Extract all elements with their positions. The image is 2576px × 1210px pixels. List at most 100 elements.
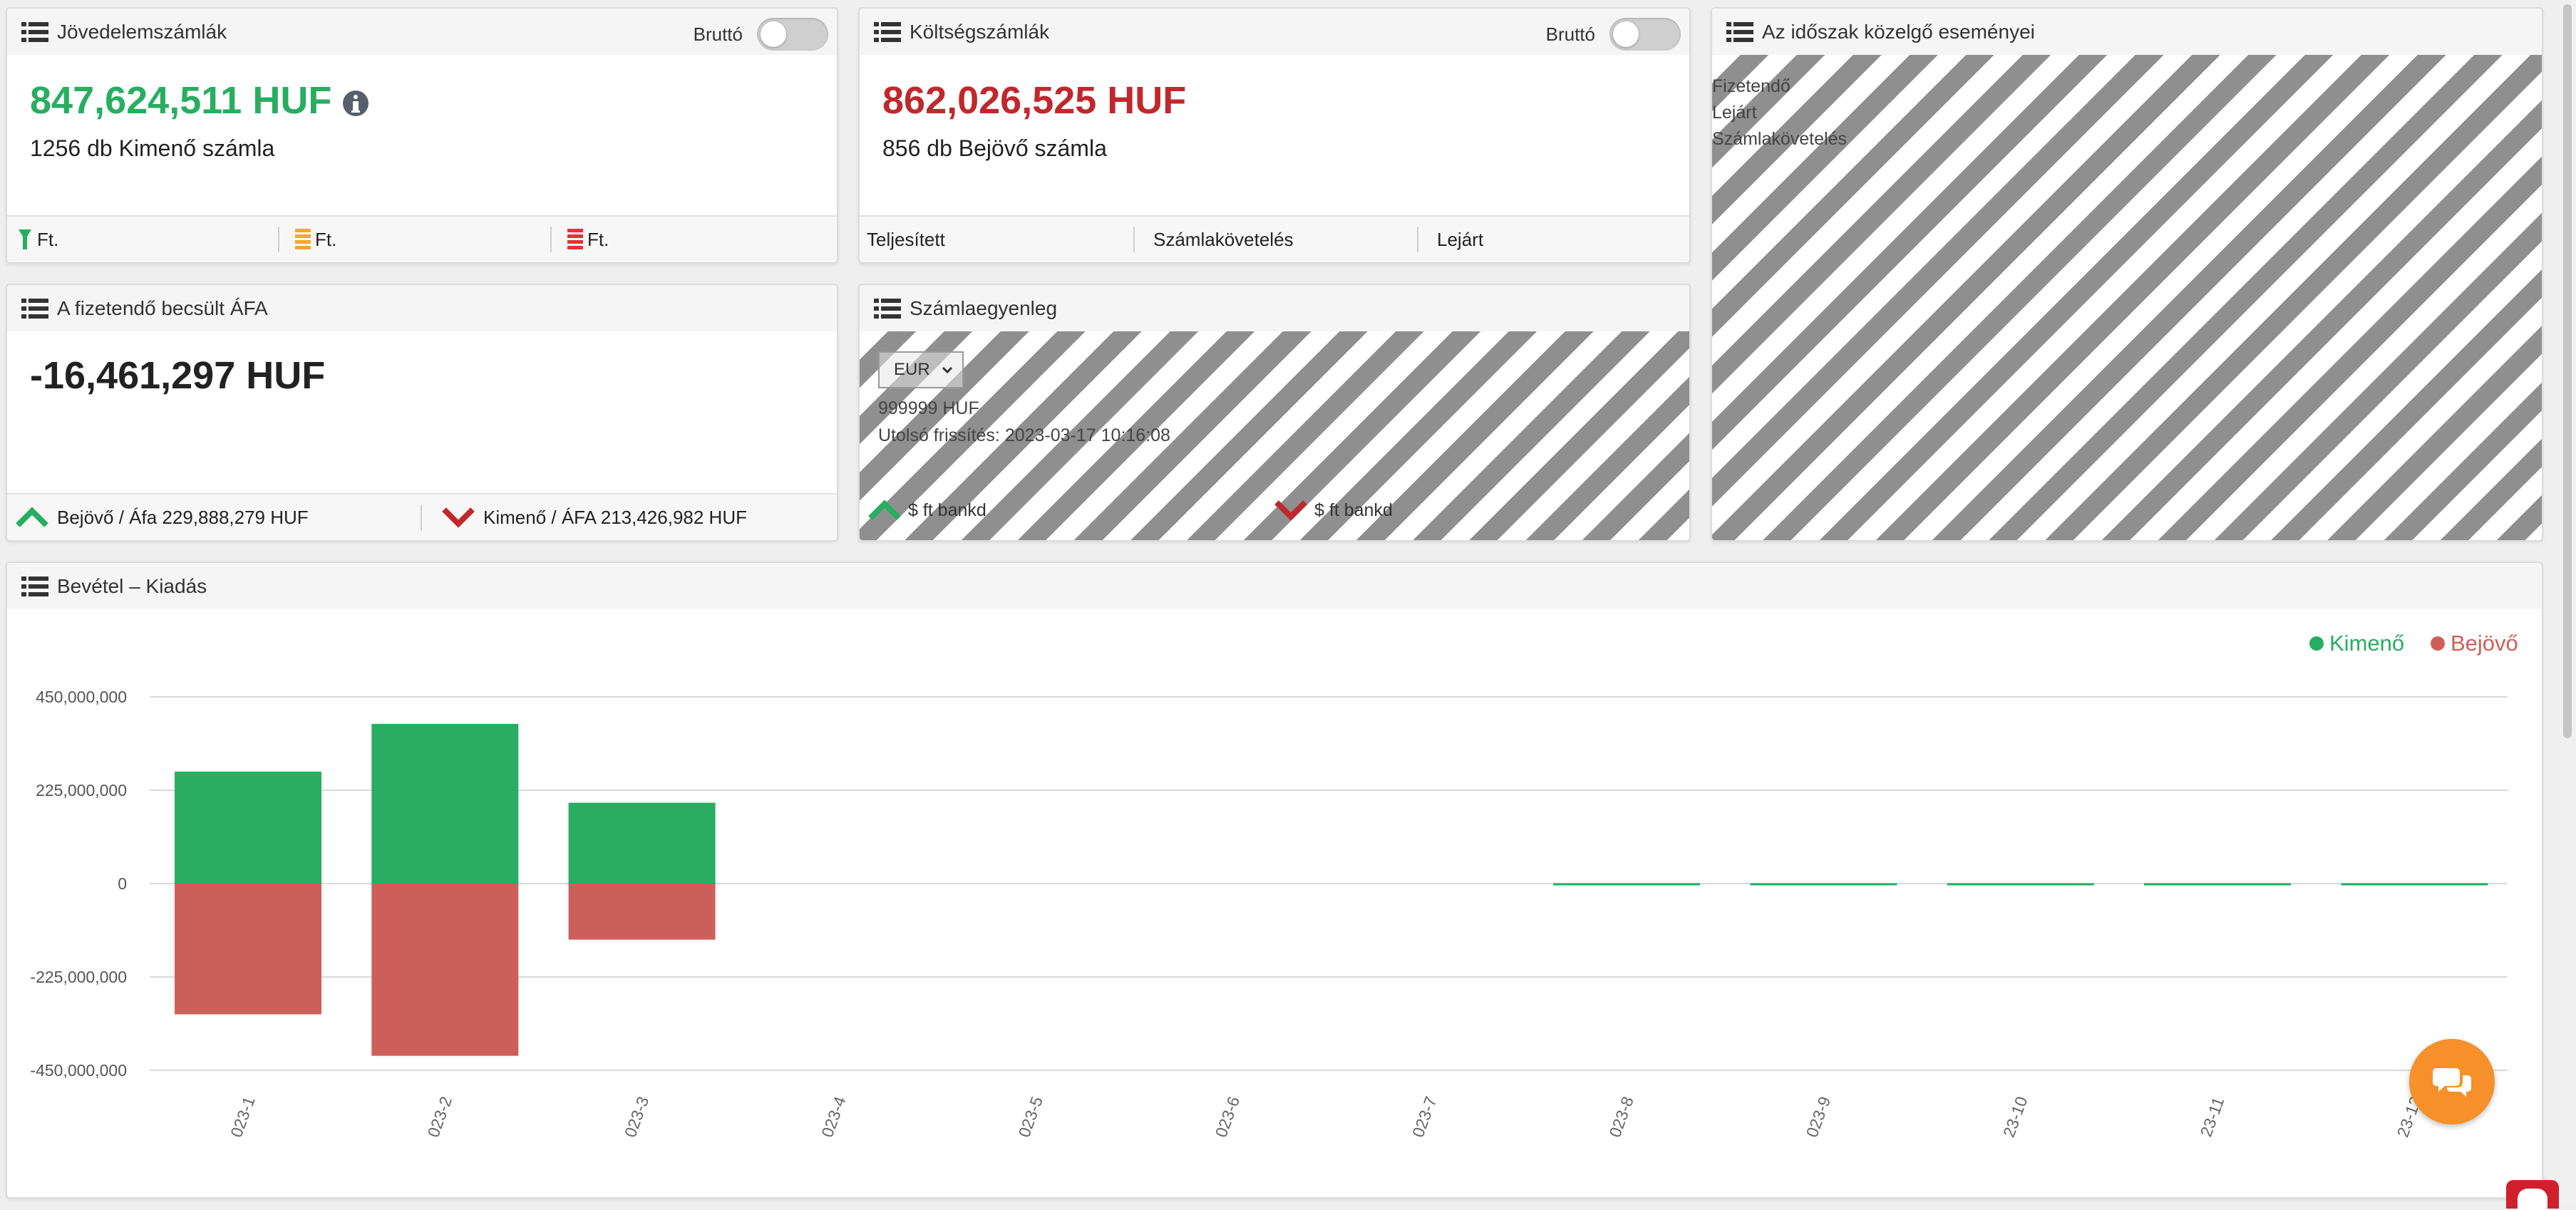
events-panel: Az időszak közelgő eseményei Fizetendő L…: [1711, 7, 2543, 542]
orange-stack-icon: [295, 229, 311, 249]
income-footer-text-1: Ft.: [37, 228, 59, 250]
income-expense-chart: 450,000,000 225,000,000 0 -225,000,000 -450,…: [30, 631, 2518, 1139]
toggle-knob: [761, 21, 786, 47]
corner-widget[interactable]: [2506, 1180, 2559, 1210]
events-item-payable: Fizetendő: [1712, 76, 1791, 96]
chat-bubbles-icon: [2433, 1068, 2471, 1097]
y-tick-label: -225,000,000: [30, 968, 127, 986]
y-tick-label: 225,000,000: [36, 781, 127, 800]
chart-panel-title: Bevétel – Kiadás: [57, 574, 207, 597]
info-icon[interactable]: [341, 89, 370, 118]
chat-button[interactable]: [2409, 1039, 2495, 1124]
events-item-receivable: Számlakövetelés: [1712, 129, 1847, 149]
events-panel-title: Az időszak közelgő eseményei: [1762, 20, 2035, 43]
bar-kimeno: [1947, 883, 2094, 886]
income-footer-text-2: Ft.: [315, 228, 337, 250]
bar-kimeno: [1553, 883, 1701, 886]
vat-panel-header: A fizetendő becsült ÁFA: [7, 285, 837, 331]
income-gross-toggle[interactable]: [757, 18, 828, 51]
balance-bank-in-text: $ ft bankd: [908, 500, 986, 520]
income-footer: Ft. Ft. Ft.: [7, 215, 837, 262]
x-tick-label: 023-1: [227, 1094, 259, 1139]
vat-footer: Bejövő / Áfa 229,888,279 HUF Kimenő / ÁF…: [7, 493, 837, 540]
list-icon: [21, 21, 48, 42]
legend-marker: [2431, 636, 2445, 651]
income-panel-title: Jövedelemszámlák: [57, 20, 227, 43]
income-footer-item-1[interactable]: Ft.: [7, 217, 278, 262]
income-footer-item-2[interactable]: Ft.: [279, 217, 550, 262]
expense-panel: Költségszámlák Bruttó 862,026,525 HUF 85…: [858, 7, 1691, 264]
corner-widget-inner: [2518, 1189, 2547, 1210]
list-icon: [21, 298, 48, 319]
y-tick-label: 450,000,000: [36, 688, 127, 706]
bar-bejovo: [175, 884, 321, 1015]
red-stack-icon: [567, 229, 583, 249]
chart-panel: Bevétel – Kiadás 450,000,000 225,000,000 0…: [6, 562, 2543, 1199]
vat-panel-title: A fizetendő becsült ÁFA: [57, 296, 268, 319]
expense-invoice-count: 856 db Bejövő számla: [882, 135, 1107, 161]
expense-amount: 862,026,525 HUF: [882, 79, 1187, 122]
vat-outgoing-text: Kimenő / ÁFA 213,426,982 HUF: [483, 506, 747, 528]
events-legend: Fizetendő Lejárt Számlakövetelés: [1712, 73, 1847, 152]
bar-kimeno: [2341, 883, 2488, 886]
income-footer-text-3: Ft.: [587, 228, 609, 250]
chart-panel-header: Bevétel – Kiadás: [7, 563, 2542, 609]
chevron-down-icon: [442, 507, 475, 528]
balance-last-update: Utolsó frissítés: 2023-03-17 10:16:08: [878, 425, 1170, 445]
balance-panel: Számlaegyenleg EUR 999999 HUF Utolsó fri…: [858, 284, 1691, 542]
expense-gross-toggle[interactable]: [1609, 18, 1681, 51]
balance-loading-area: EUR 999999 HUF Utolsó frissítés: 2023-03…: [860, 331, 1689, 540]
bar-bejovo: [568, 884, 716, 940]
bar-kimeno: [371, 723, 519, 884]
bar-kimeno: [175, 771, 321, 884]
chevron-down-icon: [1274, 500, 1307, 521]
events-item-overdue: Lejárt: [1712, 103, 1757, 123]
balance-panel-title: Számlaegyenleg: [910, 296, 1058, 319]
events-loading-area: Fizetendő Lejárt Számlakövetelés: [1712, 55, 2542, 540]
vat-outgoing-item: Kimenő / ÁFA 213,426,982 HUF: [422, 495, 747, 540]
x-tick-label: 23-10: [1999, 1094, 2031, 1139]
legend-marker: [2309, 636, 2324, 651]
list-icon: [874, 298, 901, 319]
income-gross-label: Bruttó: [693, 23, 743, 45]
bar-kimeno: [568, 802, 716, 884]
income-amount-row: 847,624,511 HUF: [30, 78, 370, 123]
events-panel-header: Az időszak közelgő eseményei: [1712, 9, 2542, 55]
expense-gross-toggle-group: Bruttó: [1546, 18, 1681, 51]
expense-footer-overdue[interactable]: Lejárt: [1418, 217, 1483, 262]
x-tick-label: 023-3: [621, 1094, 653, 1139]
bar-kimeno: [2144, 883, 2291, 886]
income-amount: 847,624,511 HUF: [30, 79, 332, 122]
x-tick-label: 023-2: [424, 1094, 456, 1139]
x-tick-label: 023-4: [818, 1094, 850, 1139]
x-tick-label: 023-7: [1408, 1094, 1441, 1139]
expense-gross-label: Bruttó: [1545, 23, 1595, 45]
page-scrollbar-thumb[interactable]: [2563, 4, 2572, 738]
list-icon: [1726, 21, 1753, 42]
vat-incoming-text: Bejövő / Áfa 229,888,279 HUF: [57, 506, 309, 528]
expense-footer: Teljesített Számlakövetelés Lejárt: [860, 215, 1689, 262]
legend-label: Kimenő: [2329, 631, 2404, 656]
x-tick-label: 023-6: [1212, 1094, 1244, 1139]
income-gross-toggle-group: Bruttó: [694, 18, 828, 51]
toggle-knob: [1613, 21, 1639, 47]
x-tick-label: 023-9: [1803, 1094, 1835, 1139]
list-icon: [21, 576, 48, 596]
x-tick-label: 023-8: [1605, 1094, 1637, 1139]
list-icon: [874, 21, 901, 42]
expense-footer-receivable[interactable]: Számlakövetelés: [1135, 217, 1417, 262]
chevron-up-icon: [868, 500, 901, 520]
expense-panel-title: Költségszámlák: [910, 20, 1050, 43]
balance-panel-header: Számlaegyenleg: [860, 285, 1689, 331]
currency-select[interactable]: EUR: [878, 351, 964, 388]
expense-footer-completed[interactable]: Teljesített: [860, 217, 1133, 262]
vat-amount: -16,461,297 HUF: [30, 354, 326, 397]
y-tick-label: 0: [118, 874, 127, 893]
income-invoice-count: 1256 db Kimenő számla: [30, 135, 275, 161]
currency-select-value: EUR: [894, 360, 930, 379]
chevron-up-icon: [16, 507, 48, 527]
bar-bejovo: [371, 884, 519, 1056]
income-footer-item-3[interactable]: Ft.: [552, 217, 609, 262]
green-pin-icon: [19, 229, 31, 249]
vat-incoming-item: Bejövő / Áfa 229,888,279 HUF: [7, 495, 421, 540]
